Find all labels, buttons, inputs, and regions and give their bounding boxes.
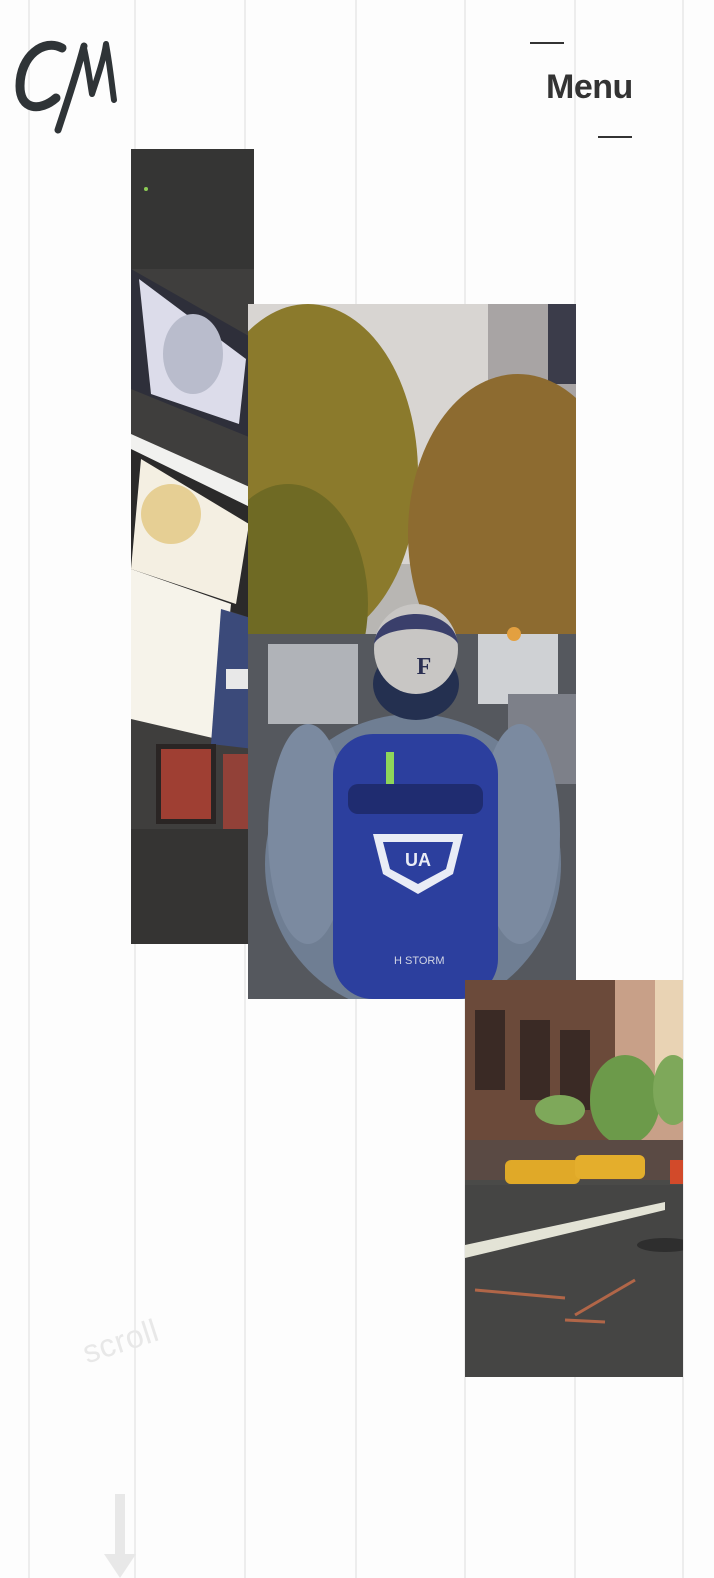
logo-link[interactable] [14,36,124,136]
arrow-down-icon[interactable] [100,1494,140,1578]
grid-line [28,0,30,1578]
menu-line-bottom [598,136,632,138]
scroll-label: scroll [78,1311,163,1371]
backpack-image: UA H STORM F [248,304,576,999]
menu-label: Menu [546,68,633,106]
svg-text:F: F [417,654,432,680]
menu-button[interactable]: Menu [530,36,650,146]
times-square-billboards-photo[interactable] [131,149,254,944]
backpack-street-photo[interactable]: UA H STORM F [248,304,576,999]
svg-text:H STORM: H STORM [394,955,445,967]
svg-text:UA: UA [405,850,431,870]
taxi-street-image [465,980,683,1377]
page: Menu UA H STORM F scroll [0,0,714,1578]
billboards-image [131,149,254,944]
logo-monogram [15,40,117,134]
menu-line-top [530,42,564,44]
taxi-street-photo[interactable] [465,980,683,1377]
